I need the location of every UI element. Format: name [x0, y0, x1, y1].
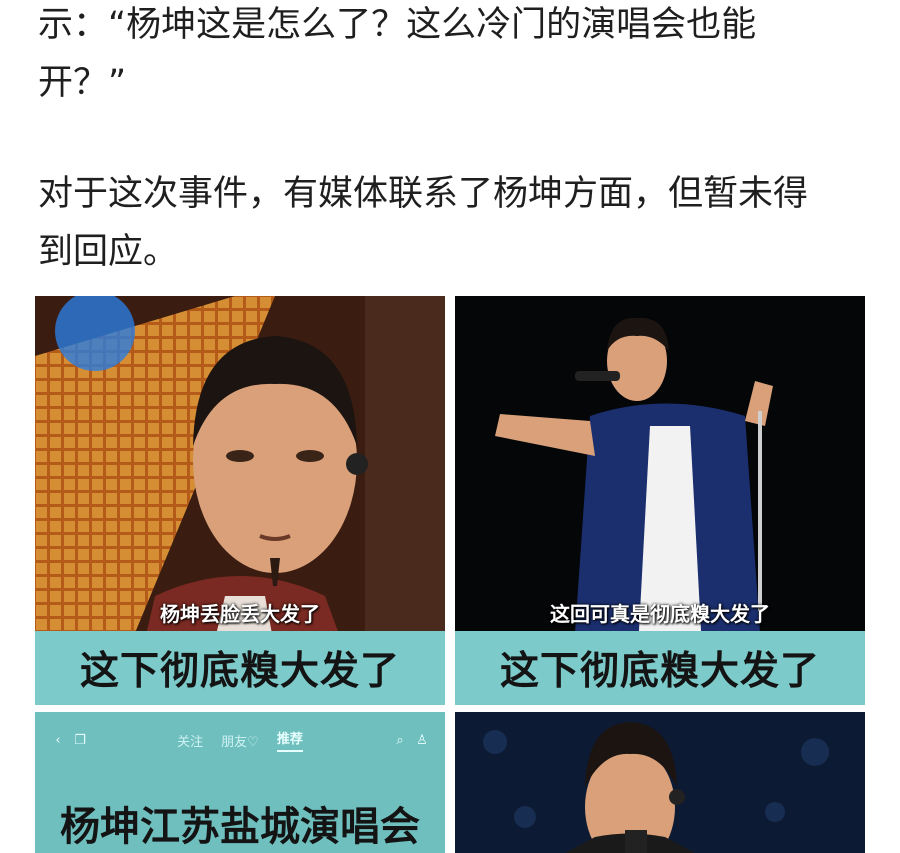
- meme-image-1[interactable]: 杨坤丢脸丢大发了 这下彻底糗大发了: [35, 296, 445, 705]
- video-title: 杨坤江苏盐城演唱会: [60, 804, 420, 850]
- app-top-bar: ‹ ❐ 关注 朋友♡ 推荐 ⌕ ♙: [35, 712, 445, 768]
- tab-follow[interactable]: 关注: [177, 731, 203, 750]
- paragraph-line: 对于这次事件，有媒体联系了杨坤方面，但暂未得: [38, 174, 809, 214]
- image-subtitle: 杨坤丢脸丢大发了: [160, 602, 320, 626]
- user-icon[interactable]: ♙: [411, 729, 433, 751]
- image-caption: 这下彻底糗大发了: [35, 631, 445, 705]
- search-icon[interactable]: ⌕: [389, 729, 411, 751]
- tab-friends[interactable]: 朋友♡: [221, 731, 259, 750]
- tab-recommend[interactable]: 推荐: [276, 728, 303, 752]
- image-caption: 这下彻底糗大发了: [455, 631, 865, 705]
- article-paragraph-2: 对于这次事件，有媒体联系了杨坤方面，但暂未得 到回应。: [38, 165, 868, 281]
- image-subtitle: 这回可真是彻底糗大发了: [550, 602, 770, 626]
- paragraph-line: 示：“杨坤这是怎么了？这么冷门的演唱会也能: [38, 5, 757, 45]
- article-paragraph-1: 示：“杨坤这是怎么了？这么冷门的演唱会也能 开？”: [38, 0, 868, 112]
- paragraph-line: 开？”: [38, 63, 127, 103]
- meme-image-4[interactable]: [455, 712, 865, 853]
- copy-icon[interactable]: ❐: [69, 729, 91, 751]
- back-icon[interactable]: ‹: [47, 729, 69, 751]
- meme-image-2[interactable]: 这回可真是彻底糗大发了 这下彻底糗大发了: [455, 296, 865, 705]
- app-screenshot-image[interactable]: ‹ ❐ 关注 朋友♡ 推荐 ⌕ ♙ 杨坤江苏盐城演唱会: [35, 712, 445, 853]
- paragraph-line: 到回应。: [38, 232, 179, 272]
- singer-performing-photo: [455, 712, 865, 853]
